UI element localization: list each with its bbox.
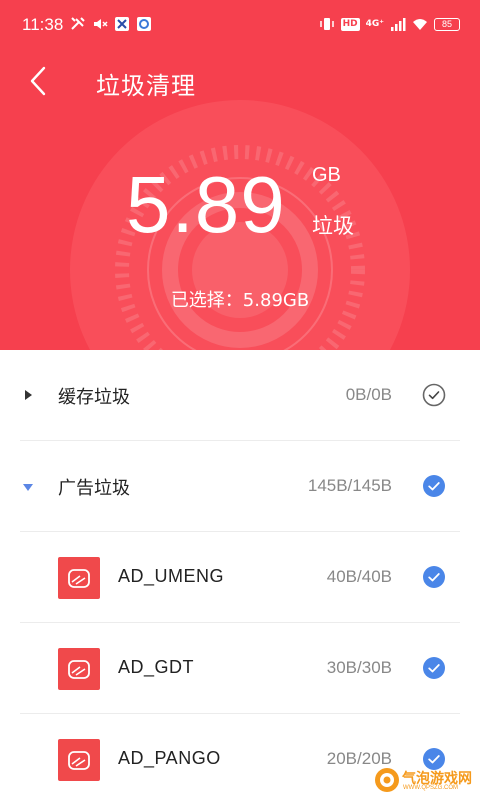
wifi-icon bbox=[413, 19, 427, 30]
ad-item-row-umeng[interactable]: AD_UMENG 40B/40B bbox=[0, 532, 480, 623]
browser-notification-icon bbox=[137, 17, 151, 31]
category-size: 0B/0B bbox=[345, 385, 392, 404]
expand-caret-icon[interactable] bbox=[25, 390, 32, 400]
app-icon bbox=[58, 648, 100, 690]
checked-circle-icon[interactable] bbox=[422, 474, 446, 498]
summary-header: 11:38 HD 4G⁺ 85 垃圾清理 5.89 GB 垃圾 已选择：5.89… bbox=[0, 0, 480, 350]
status-time: 11:38 bbox=[22, 15, 64, 34]
battery-indicator: 85 bbox=[434, 17, 460, 31]
checked-circle-icon[interactable] bbox=[422, 565, 446, 589]
junk-label: 垃圾 bbox=[312, 214, 354, 238]
category-label: 广告垃圾 bbox=[58, 478, 130, 499]
mute-icon bbox=[94, 19, 108, 29]
collapse-caret-icon[interactable] bbox=[23, 484, 33, 491]
category-row-ad[interactable]: 广告垃圾 145B/145B bbox=[0, 441, 480, 532]
app-icon bbox=[58, 739, 100, 781]
vibrate-icon bbox=[319, 18, 334, 30]
junk-unit: GB bbox=[312, 164, 341, 186]
site-watermark: 气泡游戏网 WWW.QPSZG.COM bbox=[372, 766, 476, 796]
ad-item-label: AD_UMENG bbox=[118, 566, 225, 586]
ad-item-size: 40B/40B bbox=[326, 567, 392, 586]
ad-item-label: AD_PANGO bbox=[118, 748, 221, 768]
signal-icon bbox=[391, 18, 406, 31]
junk-amount: 5.89 bbox=[126, 160, 286, 249]
sdk-package-icon bbox=[68, 569, 90, 588]
watermark-logo-icon bbox=[375, 768, 399, 792]
unchecked-circle-icon[interactable] bbox=[422, 383, 446, 407]
page-title: 垃圾清理 bbox=[96, 72, 196, 100]
sdk-package-icon bbox=[68, 660, 90, 679]
ad-item-size: 30B/30B bbox=[326, 658, 392, 677]
back-arrow-icon[interactable] bbox=[24, 64, 54, 98]
app-notification-icon bbox=[115, 17, 129, 31]
tools-icon bbox=[71, 17, 85, 30]
app-icon bbox=[58, 557, 100, 599]
sdk-package-icon bbox=[68, 751, 90, 770]
watermark-subtitle: WWW.QPSZG.COM bbox=[403, 785, 458, 791]
status-bar: 11:38 HD 4G⁺ 85 bbox=[0, 0, 480, 52]
ad-item-label: AD_GDT bbox=[118, 657, 195, 677]
checked-circle-icon[interactable] bbox=[422, 656, 446, 680]
selected-summary: 已选择：5.89GB bbox=[170, 290, 310, 311]
hd-badge: HD bbox=[340, 17, 360, 31]
junk-list: 缓存垃圾 0B/0B 广告垃圾 145B/145B AD_UMENG 40B/4… bbox=[0, 350, 480, 800]
category-row-cache[interactable]: 缓存垃圾 0B/0B bbox=[0, 350, 480, 441]
category-size: 145B/145B bbox=[307, 476, 392, 495]
network-type: 4G⁺ bbox=[365, 19, 384, 29]
ad-item-row-gdt[interactable]: AD_GDT 30B/30B bbox=[0, 623, 480, 714]
category-label: 缓存垃圾 bbox=[58, 387, 130, 408]
